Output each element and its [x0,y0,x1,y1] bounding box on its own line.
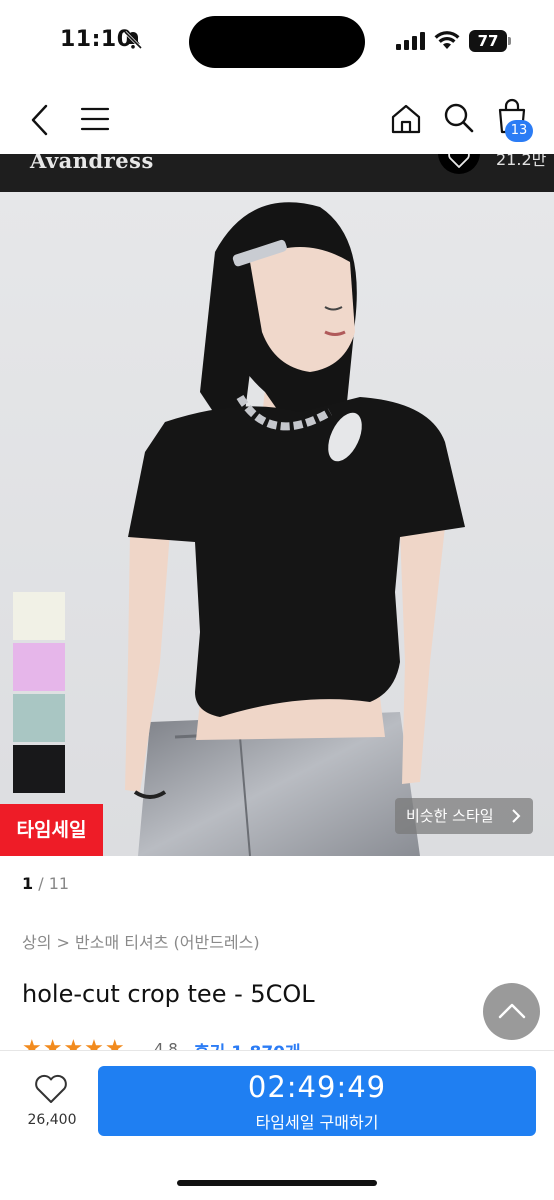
status-time: 11:10 [60,27,133,52]
time-sale-tag: 타임세일 [0,804,103,856]
like-count: 26,400 [27,1112,77,1128]
swatch-0[interactable] [13,592,65,640]
product-photo [0,192,554,856]
scroll-to-top-button[interactable] [483,983,540,1040]
review-count-link[interactable]: 후기 1,870개 [194,1038,301,1050]
swatch-3[interactable] [13,745,65,793]
current-page: 1 [22,874,34,893]
home-icon[interactable] [390,103,422,135]
rating-value: 4.8 [154,1040,178,1050]
product-image[interactable]: 타임세일 비슷한 스타일 [0,192,554,856]
cart-count-badge: 13 [505,120,533,142]
brand-strip[interactable]: Avandress 21.2만 [0,154,554,192]
bell-slash-icon [123,30,143,50]
nav-bar [0,84,554,154]
sale-countdown: 02:49:49 [247,1070,387,1104]
chevron-right-icon [512,809,521,823]
product-title: hole-cut crop tee - 5COL [22,980,315,1008]
heart-icon [448,154,470,168]
like-button[interactable]: 26,400 [22,1072,82,1136]
rating-row[interactable]: ★★★★★ 4.8 후기 1,870개 [22,1036,322,1050]
status-bar: 11:10 77 [0,0,554,84]
buy-button-label: 타임세일 구매하기 [255,1113,379,1132]
image-pager: 1 / 11 [22,874,69,893]
page-separator: / [38,874,44,893]
star-rating: ★★★★★ [22,1036,126,1050]
breadcrumb[interactable]: 상의 > 반소매 티셔츠 (어반드레스) [22,929,260,953]
time-sale-buy-button[interactable]: 02:49:49 타임세일 구매하기 [98,1066,536,1136]
back-chevron-icon[interactable] [28,103,50,137]
brand-like-button[interactable] [438,154,480,174]
menu-icon[interactable] [80,106,110,132]
chevron-up-icon [498,1003,526,1019]
home-indicator [177,1180,377,1186]
battery-tip [508,37,511,45]
search-icon[interactable] [443,102,475,134]
brand-name[interactable]: Avandress [30,154,154,173]
total-pages: 11 [48,874,70,893]
cellular-signal-icon [396,32,425,50]
dynamic-island [189,16,365,68]
swatch-2[interactable] [13,694,65,742]
heart-outline-icon [35,1074,67,1103]
similar-style-label: 비슷한 스타일 [406,807,494,825]
swatch-1[interactable] [13,643,65,691]
color-swatches [13,592,65,796]
battery-level: 77 [477,32,499,50]
brand-like-count: 21.2만 [496,154,547,169]
similar-style-button[interactable]: 비슷한 스타일 [395,798,533,834]
battery-icon: 77 [469,30,507,52]
wifi-icon [434,31,460,49]
